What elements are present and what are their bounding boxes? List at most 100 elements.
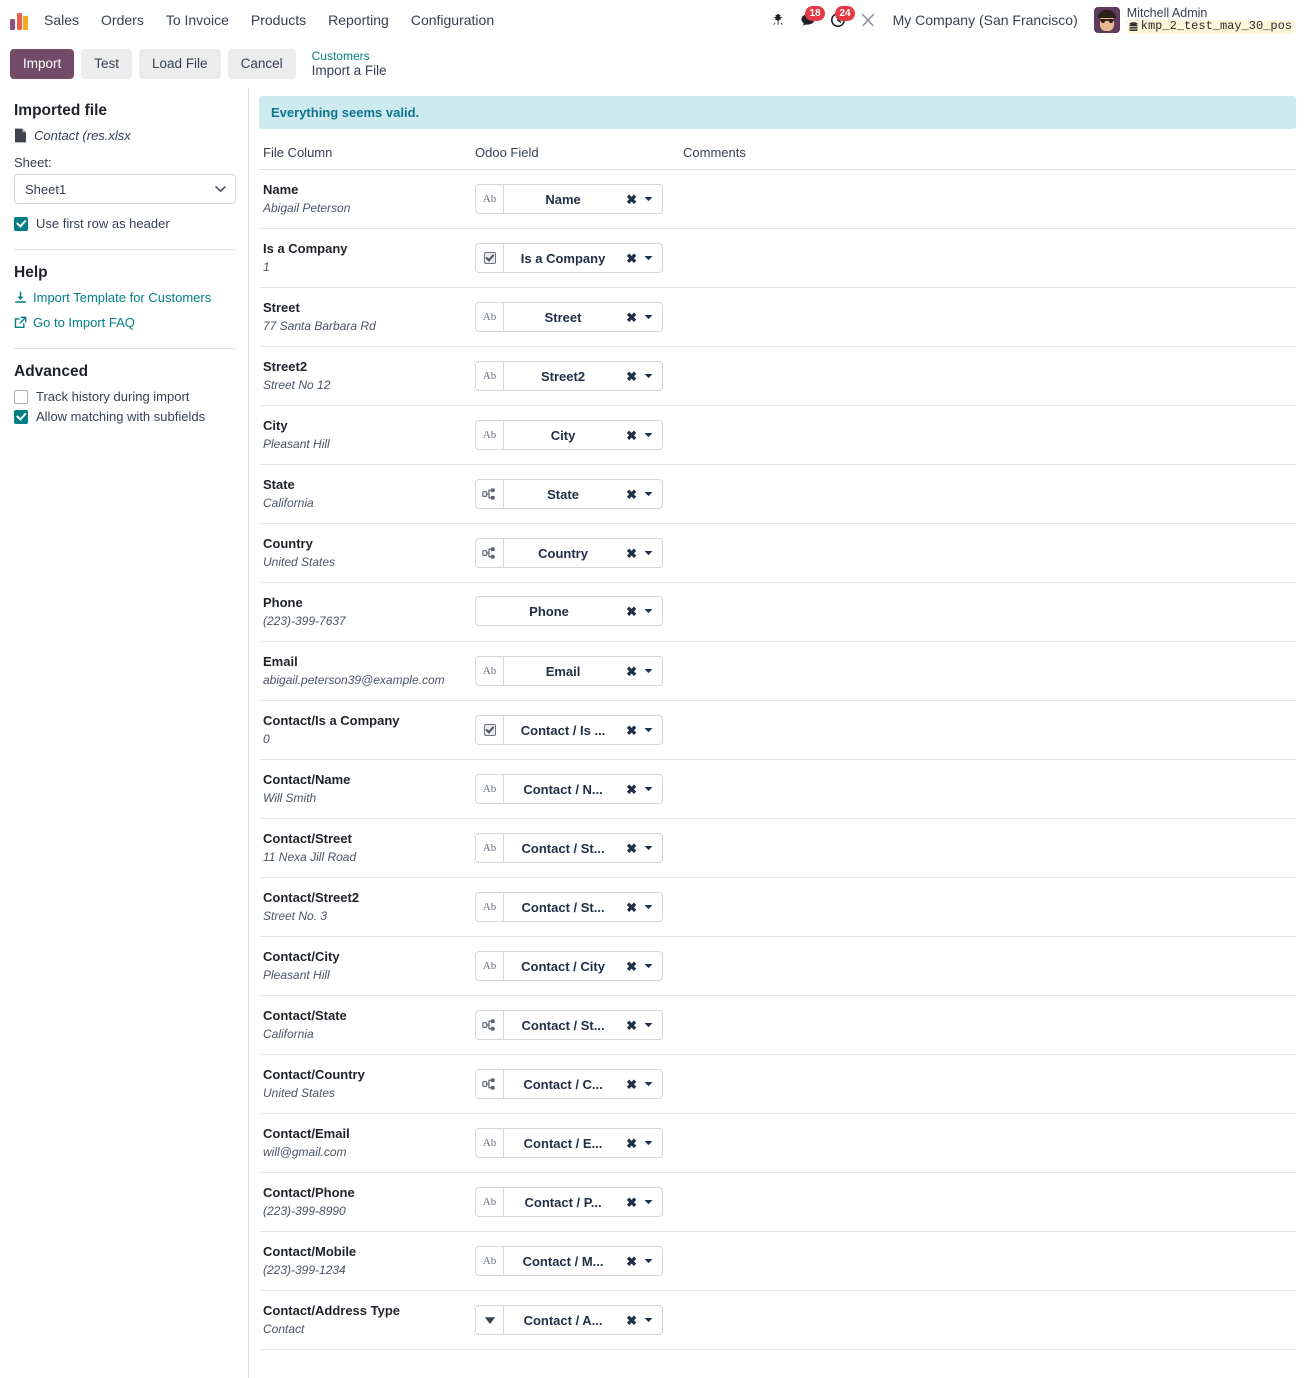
chevron-down-icon[interactable]: [641, 727, 662, 733]
odoo-field-select[interactable]: Ab Contact / M... ✖: [475, 1246, 663, 1276]
close-icon[interactable]: ✖: [622, 724, 641, 737]
chevron-down-icon[interactable]: [641, 491, 662, 497]
nav-item-configuration[interactable]: Configuration: [400, 6, 505, 34]
chevron-down-icon[interactable]: [641, 1140, 662, 1146]
comments-cell: [679, 228, 1296, 288]
import-template-link[interactable]: Import Template for Customers: [14, 290, 236, 305]
use-first-row-as-header-checkbox[interactable]: [14, 216, 28, 231]
chevron-down-icon[interactable]: [641, 1317, 662, 1323]
chevron-down-icon[interactable]: [641, 904, 662, 910]
table-row: Contact/Address Type Contact Contact / A..…: [259, 1290, 1296, 1350]
close-icon[interactable]: ✖: [622, 783, 641, 796]
comments-cell: [679, 582, 1296, 642]
odoo-field-select[interactable]: Contact / C... ✖: [475, 1069, 663, 1099]
file-column-sample: 77 Santa Barbara Rd: [263, 318, 376, 333]
odoo-field-select[interactable]: Phone ✖: [475, 596, 663, 626]
close-icon[interactable]: ✖: [622, 960, 641, 973]
chevron-down-icon[interactable]: [641, 608, 662, 614]
nav-item-reporting[interactable]: Reporting: [317, 6, 400, 34]
odoo-field-cell: Ab Contact / St... ✖: [471, 877, 679, 937]
chat-icon[interactable]: 18: [793, 5, 825, 35]
close-icon[interactable]: ✖: [622, 488, 641, 501]
odoo-field-select[interactable]: Ab Email ✖: [475, 656, 663, 686]
advanced-options: Track history during import Allow matchi…: [14, 389, 236, 424]
nav-app-name[interactable]: Sales: [42, 6, 90, 34]
chevron-down-icon[interactable]: [641, 1022, 662, 1028]
file-column-name: Contact/Mobile: [263, 1244, 357, 1260]
odoo-field-select[interactable]: Ab Contact / N... ✖: [475, 774, 663, 804]
odoo-field-select[interactable]: Ab City ✖: [475, 420, 663, 450]
close-icon[interactable]: ✖: [622, 252, 641, 265]
close-icon[interactable]: ✖: [622, 1314, 641, 1327]
odoo-field-select[interactable]: Ab Contact / City ✖: [475, 951, 663, 981]
close-icon[interactable]: ✖: [622, 605, 641, 618]
nav-item-to-invoice[interactable]: To Invoice: [155, 6, 240, 34]
close-icon[interactable]: ✖: [622, 370, 641, 383]
close-icon[interactable]: ✖: [622, 193, 641, 206]
file-column-sample: Pleasant Hill: [263, 967, 330, 982]
odoo-field-select[interactable]: Ab Contact / E... ✖: [475, 1128, 663, 1158]
bug-icon[interactable]: [763, 5, 793, 35]
odoo-field-select[interactable]: Ab Contact / St... ✖: [475, 833, 663, 863]
odoo-field-select[interactable]: Contact / St... ✖: [475, 1010, 663, 1040]
close-icon[interactable]: ✖: [622, 1255, 641, 1268]
import-button[interactable]: Import: [10, 48, 75, 80]
odoo-field-select[interactable]: Contact / Is ... ✖: [475, 715, 663, 745]
clock-icon[interactable]: 24: [823, 5, 855, 35]
chevron-down-icon[interactable]: [641, 550, 662, 556]
close-icon[interactable]: ✖: [622, 665, 641, 678]
odoo-field-select[interactable]: Ab Contact / P... ✖: [475, 1187, 663, 1217]
close-icon[interactable]: ✖: [622, 429, 641, 442]
odoo-field-select[interactable]: Is a Company ✖: [475, 243, 663, 273]
close-icon[interactable]: ✖: [622, 1196, 641, 1209]
chevron-down-icon[interactable]: [641, 845, 662, 851]
close-icon[interactable]: ✖: [622, 1019, 641, 1032]
chevron-down-icon[interactable]: [641, 196, 662, 202]
chevron-down-icon[interactable]: [641, 1199, 662, 1205]
track-history-row[interactable]: Track history during import: [14, 389, 236, 404]
chevron-down-icon[interactable]: [641, 963, 662, 969]
odoo-field-select[interactable]: Ab Contact / St... ✖: [475, 892, 663, 922]
nav-item-products[interactable]: Products: [240, 6, 317, 34]
chevron-down-icon[interactable]: [641, 373, 662, 379]
comments-cell: [679, 346, 1296, 406]
close-icon[interactable]: ✖: [622, 1078, 641, 1091]
close-icon[interactable]: ✖: [622, 901, 641, 914]
cancel-button[interactable]: Cancel: [227, 48, 296, 80]
breadcrumb-parent-customers[interactable]: Customers: [312, 49, 387, 63]
allow-matching-subfields-row[interactable]: Allow matching with subfields: [14, 409, 236, 424]
chevron-down-icon[interactable]: [641, 1258, 662, 1264]
track-history-checkbox[interactable]: [14, 389, 28, 404]
sheet-select[interactable]: Sheet1: [14, 174, 236, 204]
odoo-field-select[interactable]: Ab Street2 ✖: [475, 361, 663, 391]
import-faq-link[interactable]: Go to Import FAQ: [14, 315, 236, 330]
odoo-field-label: Contact / M...: [522, 1253, 604, 1269]
chevron-down-icon[interactable]: [641, 1081, 662, 1087]
close-icon[interactable]: ✖: [622, 1137, 641, 1150]
close-icon[interactable]: ✖: [622, 842, 641, 855]
comments-cell: [679, 877, 1296, 937]
load-file-button[interactable]: Load File: [139, 48, 221, 80]
odoo-field-select[interactable]: Ab Street ✖: [475, 302, 663, 332]
chevron-down-icon[interactable]: [641, 668, 662, 674]
odoo-field-select[interactable]: Country ✖: [475, 538, 663, 568]
odoo-logo-icon[interactable]: [10, 10, 32, 30]
chevron-down-icon[interactable]: [641, 314, 662, 320]
odoo-field-select[interactable]: Ab Name ✖: [475, 184, 663, 214]
chevron-down-icon[interactable]: [641, 255, 662, 261]
use-first-row-as-header-row[interactable]: Use first row as header: [14, 216, 236, 231]
chevron-down-icon[interactable]: [641, 786, 662, 792]
company-switcher[interactable]: My Company (San Francisco): [883, 8, 1088, 32]
odoo-field-select[interactable]: Contact / A... ✖: [475, 1305, 663, 1335]
close-icon[interactable]: ✖: [622, 311, 641, 324]
nav-item-orders[interactable]: Orders: [90, 6, 155, 34]
close-icon[interactable]: ✖: [622, 547, 641, 560]
chevron-down-icon[interactable]: [641, 432, 662, 438]
user-menu[interactable]: Mitchell Admin kmp_2_test_may_30_pos: [1088, 4, 1298, 36]
allow-matching-subfields-checkbox[interactable]: [14, 409, 28, 424]
wrench-icon[interactable]: [853, 5, 883, 35]
file-column-name: Email: [263, 654, 298, 670]
file-column-cell: Contact/State California: [259, 995, 471, 1055]
odoo-field-select[interactable]: State ✖: [475, 479, 663, 509]
test-button[interactable]: Test: [81, 48, 133, 80]
